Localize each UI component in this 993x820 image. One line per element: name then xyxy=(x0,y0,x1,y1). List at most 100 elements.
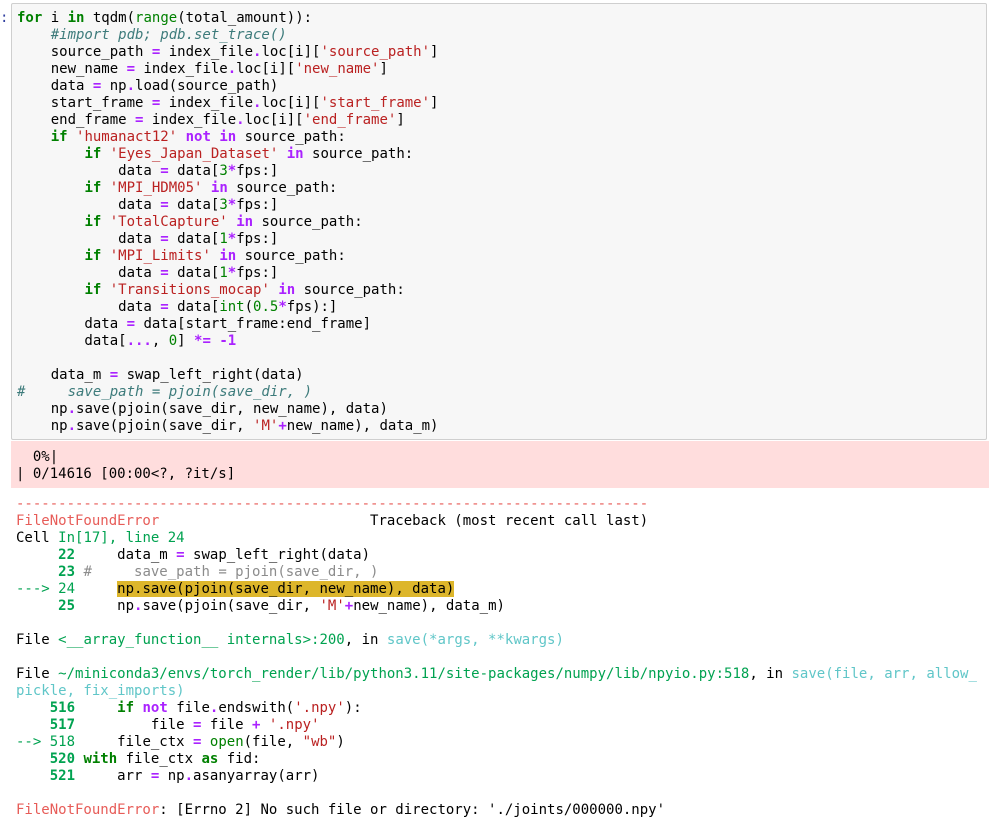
code-token: source_path xyxy=(17,44,152,60)
code-token: fps):] xyxy=(286,299,338,315)
code-token: = xyxy=(176,547,185,563)
code-token: data xyxy=(17,231,161,247)
code-cell-input[interactable]: for i in tqdm(range(total_amount)): #imp… xyxy=(11,3,987,440)
code-token: (total_amount)): xyxy=(177,10,313,26)
code-token: = xyxy=(160,197,169,213)
code-token: data_m xyxy=(75,547,177,563)
traceback-line xyxy=(16,785,977,802)
stderr-line: | 0/14616 [00:00<?, ?it/s] xyxy=(16,466,236,482)
code-token: : [Errno 2] No such file or directory: '… xyxy=(159,802,666,818)
code-line: start_frame = index_file.loc[i]['start_f… xyxy=(17,95,439,112)
code-token: # save_path = pjoin(save_dir, ) xyxy=(17,384,313,400)
code-token: file_ctx xyxy=(75,734,194,750)
code-token: if xyxy=(84,282,102,298)
code-token: ... xyxy=(126,333,152,349)
code-token: (file, xyxy=(243,734,303,750)
code-token: FileNotFoundError xyxy=(16,802,160,818)
traceback-line: 517 file = file + '.npy' xyxy=(16,717,977,734)
code-token: ] xyxy=(379,61,388,77)
code-token: 'TotalCapture' xyxy=(109,214,228,230)
code-token: , in xyxy=(749,666,792,682)
code-token: new_name xyxy=(17,61,127,77)
code-token: ---> 24 xyxy=(16,581,76,597)
code-token: file xyxy=(201,717,253,733)
code-token: asanyarray(arr) xyxy=(193,768,320,784)
code-token: save(pjoin(save_dir, new_name), data) xyxy=(76,401,388,417)
code-token: * xyxy=(227,163,237,179)
code-token: file xyxy=(167,700,210,716)
code-token: new_name), data_m) xyxy=(353,598,505,614)
code-token: Traceback (most recent call last) xyxy=(159,513,649,529)
code-token: 23 xyxy=(58,564,76,580)
code-token: tqdm( xyxy=(84,10,136,26)
code-token: ] xyxy=(396,112,405,128)
code-token: . xyxy=(67,418,77,434)
code-token: ] xyxy=(177,333,195,349)
code-token: 1 xyxy=(219,231,228,247)
code-line: data = data[3*fps:] xyxy=(17,163,438,180)
code-token: data xyxy=(17,265,161,281)
code-token: np xyxy=(17,401,68,417)
code-token: "wb" xyxy=(302,734,337,750)
code-line: # save_path = pjoin(save_dir, ) xyxy=(17,384,438,401)
code-token: np xyxy=(75,598,135,614)
code-token: . xyxy=(126,78,136,94)
code-token: 'MPI_HDM05' xyxy=(109,180,203,196)
code-token: not xyxy=(142,700,168,716)
traceback-line: File ~/miniconda3/envs/torch_render/lib/… xyxy=(16,666,977,683)
code-token: as xyxy=(201,751,219,767)
code-token: 'end_frame' xyxy=(303,112,397,128)
code-token: data_m xyxy=(17,367,110,383)
code-token: data xyxy=(17,316,127,332)
code-editor[interactable]: for i in tqdm(range(total_amount)): #imp… xyxy=(17,10,438,435)
code-token: in xyxy=(278,282,296,298)
code-token: Cell xyxy=(16,530,59,546)
code-token: + xyxy=(278,418,287,434)
code-token: *= xyxy=(194,333,211,349)
code-line: data[..., 0] *= -1 xyxy=(17,333,438,350)
code-token: open xyxy=(209,734,244,750)
code-token: 1 xyxy=(219,265,228,281)
code-token: index_file xyxy=(160,95,254,111)
code-token: ): xyxy=(344,700,362,716)
code-line: data = data[start_frame:end_frame] xyxy=(17,316,438,333)
traceback-line xyxy=(16,615,977,632)
code-token: * xyxy=(227,197,237,213)
code-token: File xyxy=(16,666,59,682)
code-token: np xyxy=(159,768,185,784)
code-token: start_frame xyxy=(17,95,152,111)
traceback-line: 521 arr = np.asanyarray(arr) xyxy=(16,768,977,785)
code-token: data[ xyxy=(168,299,220,315)
traceback-line: Cell In[17], line 24 xyxy=(16,530,977,547)
code-line: np.save(pjoin(save_dir, new_name), data) xyxy=(17,401,438,418)
code-token: = xyxy=(160,265,169,281)
code-token: loc[i][ xyxy=(261,95,321,111)
traceback-line: 516 if not file.endswith('.npy'): xyxy=(16,700,977,717)
code-token: 3 xyxy=(219,163,228,179)
code-token: endswith( xyxy=(218,700,295,716)
code-token: 25 xyxy=(58,598,76,614)
code-token: ] xyxy=(430,44,439,60)
code-line: np.save(pjoin(save_dir, 'M'+new_name), d… xyxy=(17,418,439,435)
code-line: data = np.load(source_path) xyxy=(17,78,438,95)
code-line: data = data[1*fps:] xyxy=(17,231,438,248)
traceback-output: ----------------------------------------… xyxy=(16,496,977,819)
code-token: in xyxy=(236,214,254,230)
cell-prompt: : xyxy=(0,10,9,26)
code-token: , in xyxy=(344,632,387,648)
code-token: 'MPI_Limits' xyxy=(109,248,211,264)
code-token: ~/miniconda3/envs/torch_render/lib/pytho… xyxy=(58,666,750,682)
